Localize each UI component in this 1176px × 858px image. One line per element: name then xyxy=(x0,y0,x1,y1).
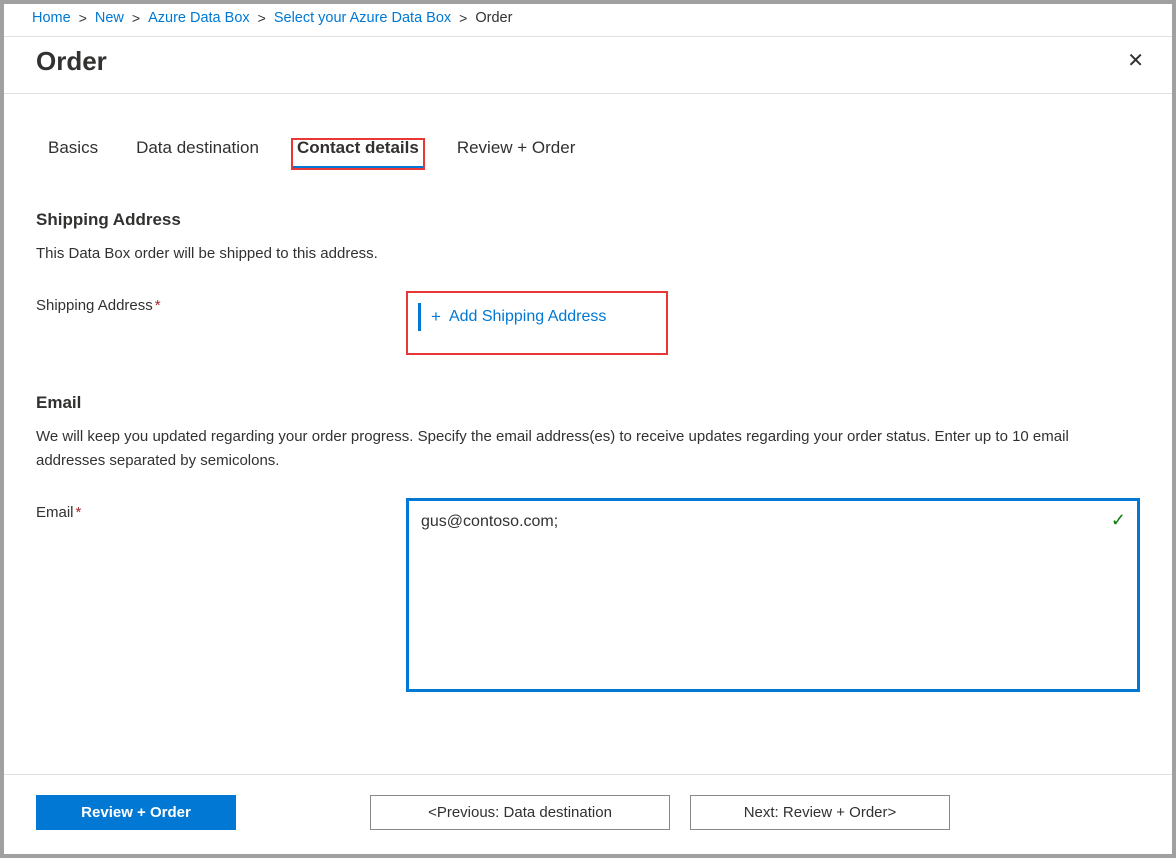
email-heading: Email xyxy=(36,393,1140,413)
shipping-address-label: Shipping Address* xyxy=(36,291,406,314)
checkmark-icon: ✓ xyxy=(1111,510,1126,531)
chevron-right-icon: > xyxy=(79,10,87,26)
tab-basics[interactable]: Basics xyxy=(48,138,98,170)
breadcrumb-current: Order xyxy=(475,10,512,26)
content-area: Basics Data destination Contact details … xyxy=(4,94,1172,774)
footer: Review + Order <Previous: Data destinati… xyxy=(4,774,1172,854)
close-button[interactable]: ✕ xyxy=(1121,45,1150,77)
page-title: Order xyxy=(36,46,107,77)
chevron-right-icon: > xyxy=(459,10,467,26)
plus-icon: + xyxy=(431,307,441,327)
breadcrumb-home[interactable]: Home xyxy=(32,10,71,26)
email-label: Email* xyxy=(36,498,406,521)
email-row: Email* ✓ xyxy=(36,498,1140,695)
breadcrumb-select-data-box[interactable]: Select your Azure Data Box xyxy=(274,10,451,26)
required-indicator: * xyxy=(76,504,82,521)
breadcrumb-new[interactable]: New xyxy=(95,10,124,26)
order-window: Home > New > Azure Data Box > Select you… xyxy=(4,4,1172,854)
next-button[interactable]: Next: Review + Order> xyxy=(690,795,950,830)
tabs: Basics Data destination Contact details … xyxy=(48,138,1140,170)
tab-contact-details[interactable]: Contact details xyxy=(291,138,425,170)
email-input[interactable] xyxy=(406,498,1140,692)
email-control: ✓ xyxy=(406,498,1140,695)
tab-review-order[interactable]: Review + Order xyxy=(457,138,576,170)
tab-data-destination[interactable]: Data destination xyxy=(136,138,259,170)
shipping-address-row: Shipping Address* + Add Shipping Address xyxy=(36,291,1140,355)
add-shipping-address-button[interactable]: + Add Shipping Address xyxy=(418,303,618,331)
breadcrumb-azure-data-box[interactable]: Azure Data Box xyxy=(148,10,250,26)
shipping-heading: Shipping Address xyxy=(36,210,1140,230)
chevron-right-icon: > xyxy=(132,10,140,26)
shipping-address-control: + Add Shipping Address xyxy=(406,291,1140,355)
add-shipping-highlight-box: + Add Shipping Address xyxy=(406,291,668,355)
chevron-right-icon: > xyxy=(258,10,266,26)
previous-button[interactable]: <Previous: Data destination xyxy=(370,795,670,830)
review-order-button[interactable]: Review + Order xyxy=(36,795,236,830)
close-icon: ✕ xyxy=(1127,50,1144,72)
title-row: Order ✕ xyxy=(4,37,1172,94)
email-section: Email We will keep you updated regarding… xyxy=(36,393,1140,695)
add-shipping-address-label: Add Shipping Address xyxy=(449,308,606,326)
shipping-description: This Data Box order will be shipped to t… xyxy=(36,242,1140,265)
breadcrumb: Home > New > Azure Data Box > Select you… xyxy=(4,4,1172,37)
required-indicator: * xyxy=(155,297,161,314)
email-description: We will keep you updated regarding your … xyxy=(36,425,1140,472)
